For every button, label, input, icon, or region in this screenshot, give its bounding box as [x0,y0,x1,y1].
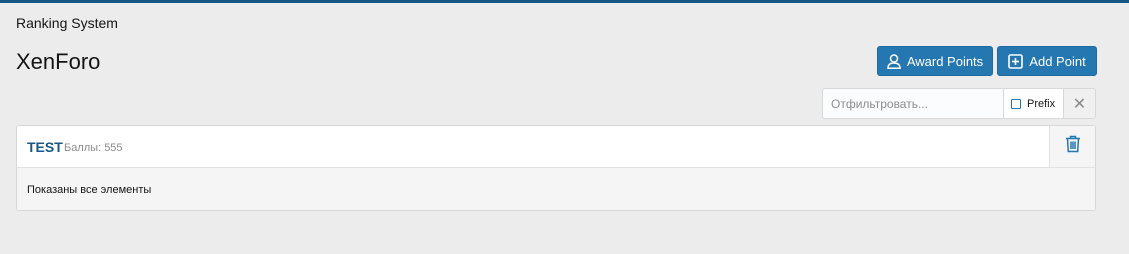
user-icon [887,53,901,69]
prefix-label: Prefix [1027,98,1056,110]
list-item: TEST Баллы: 555 [17,126,1095,168]
list-footer-text: Показаны все элементы [27,184,152,196]
page-title: XenForo [16,49,101,74]
filter-input[interactable] [823,89,1004,118]
items-panel: TEST Баллы: 555 Показаны все элементы [16,125,1096,211]
item-points-hint: Баллы: 555 [64,142,123,154]
item-title-link[interactable]: TEST [27,139,63,155]
panel-footer [17,168,1095,210]
prefix-checkbox-toggle[interactable]: Prefix [1004,89,1064,118]
filter-bar: Prefix ✕ [822,88,1096,119]
top-accent-bar [0,0,1129,3]
trash-icon [1065,135,1081,158]
delete-button[interactable] [1049,126,1095,167]
add-point-button[interactable]: Add Point [997,46,1097,76]
plus-square-icon [1008,53,1024,69]
award-points-label: Award Points [906,53,984,69]
add-point-label: Add Point [1029,53,1086,69]
award-points-button[interactable]: Award Points [877,46,993,76]
breadcrumb[interactable]: Ranking System [16,15,118,31]
clear-filter-button[interactable]: ✕ [1064,89,1095,118]
prefix-checkbox[interactable] [1011,99,1021,109]
close-icon: ✕ [1072,95,1087,113]
